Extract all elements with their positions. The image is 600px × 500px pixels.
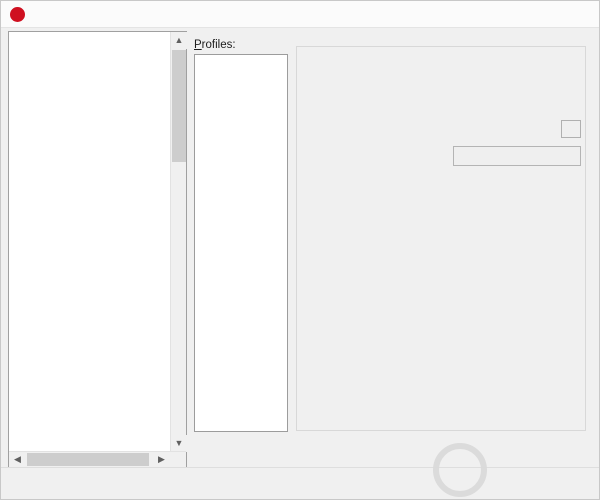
title-bar [1,1,599,28]
rad-studio-icon [10,7,25,22]
close-icon[interactable] [557,1,599,27]
options-tree[interactable] [9,32,169,452]
chevron-left-icon[interactable]: ◀ [9,452,26,467]
watermark-ring-icon [433,443,487,497]
profiles-label: Profiles: [194,39,236,51]
profile-properties-group [296,46,586,431]
bottom-separator [1,467,599,468]
tree-vscroll-thumb[interactable] [172,50,186,162]
profiles-list[interactable] [194,54,288,432]
chevron-right-icon[interactable]: ▶ [153,452,170,467]
password-browse-button[interactable] [561,120,581,138]
tree-hscroll-thumb[interactable] [27,453,149,466]
options-tree-panel: ▲ ▼ ◀ ▶ [8,31,187,468]
options-dialog: ▲ ▼ ◀ ▶ Profiles: [0,0,600,500]
chevron-down-icon[interactable]: ▼ [171,435,187,452]
test-connection-button[interactable] [453,146,581,166]
watermark [431,437,599,499]
tree-vertical-scrollbar[interactable]: ▲ ▼ [170,32,187,452]
chevron-up-icon[interactable]: ▲ [171,32,187,49]
tree-horizontal-scrollbar[interactable]: ◀ ▶ [9,451,186,467]
